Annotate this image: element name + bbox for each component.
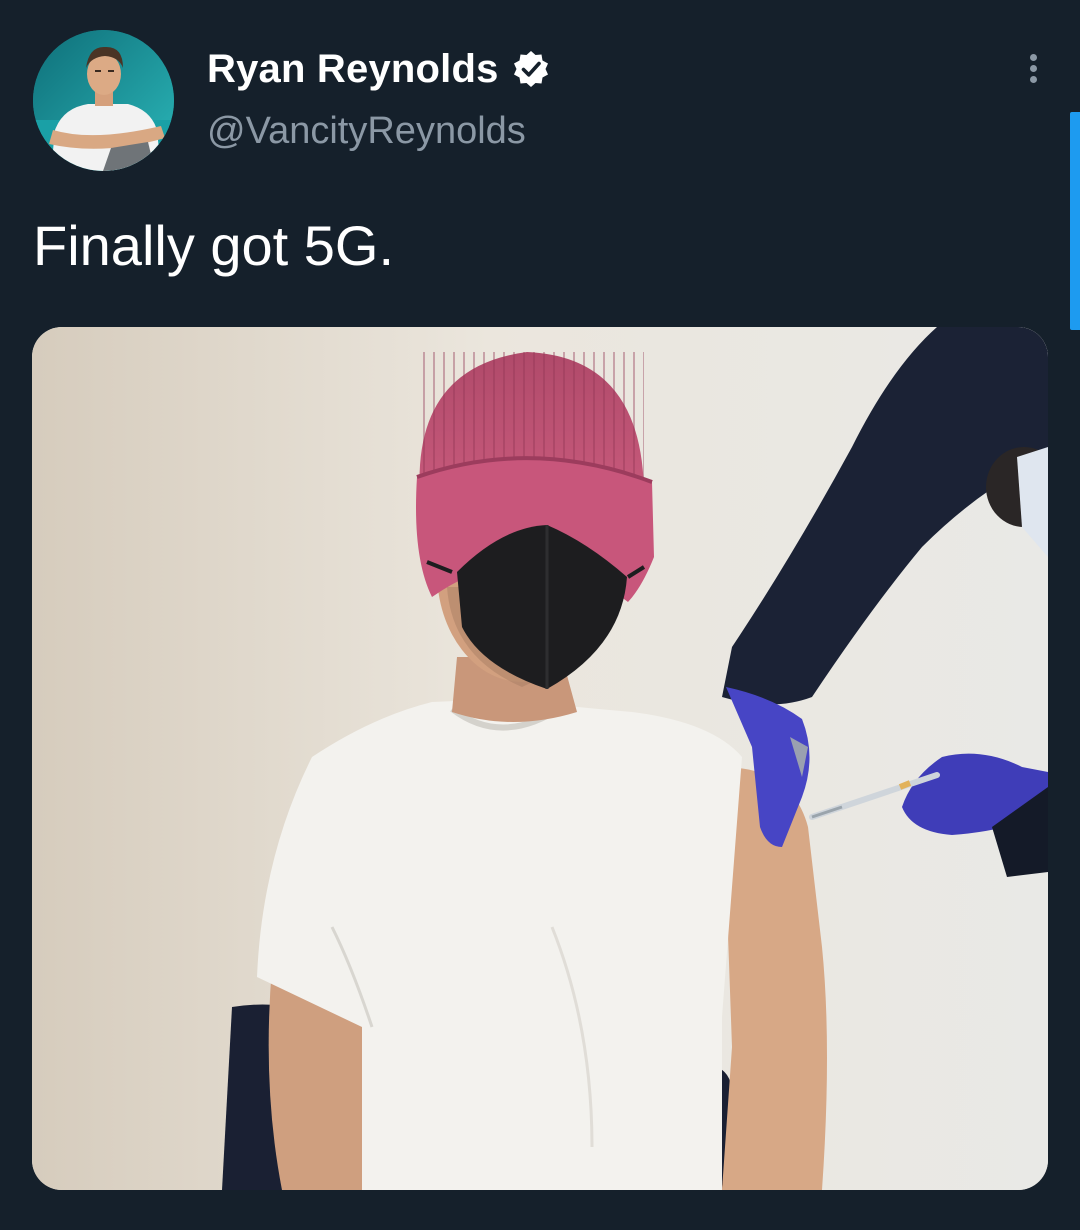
scroll-indicator[interactable] xyxy=(1070,112,1080,330)
name-row: Ryan Reynolds xyxy=(207,44,551,94)
display-name[interactable]: Ryan Reynolds xyxy=(207,47,499,92)
vertical-ellipsis-icon[interactable] xyxy=(1026,54,1040,90)
tweet-text: Finally got 5G. xyxy=(33,214,395,277)
user-handle[interactable]: @VancityReynolds xyxy=(207,110,551,153)
verified-badge-icon xyxy=(511,49,551,89)
tweet-photo[interactable] xyxy=(32,327,1048,1190)
tweet-header: Ryan Reynolds @VancityReynolds xyxy=(33,30,1053,172)
avatar[interactable] xyxy=(33,30,174,171)
author-identity: Ryan Reynolds @VancityReynolds xyxy=(207,44,551,153)
tweet-page: Ryan Reynolds @VancityReynolds Finally g… xyxy=(0,0,1080,1230)
